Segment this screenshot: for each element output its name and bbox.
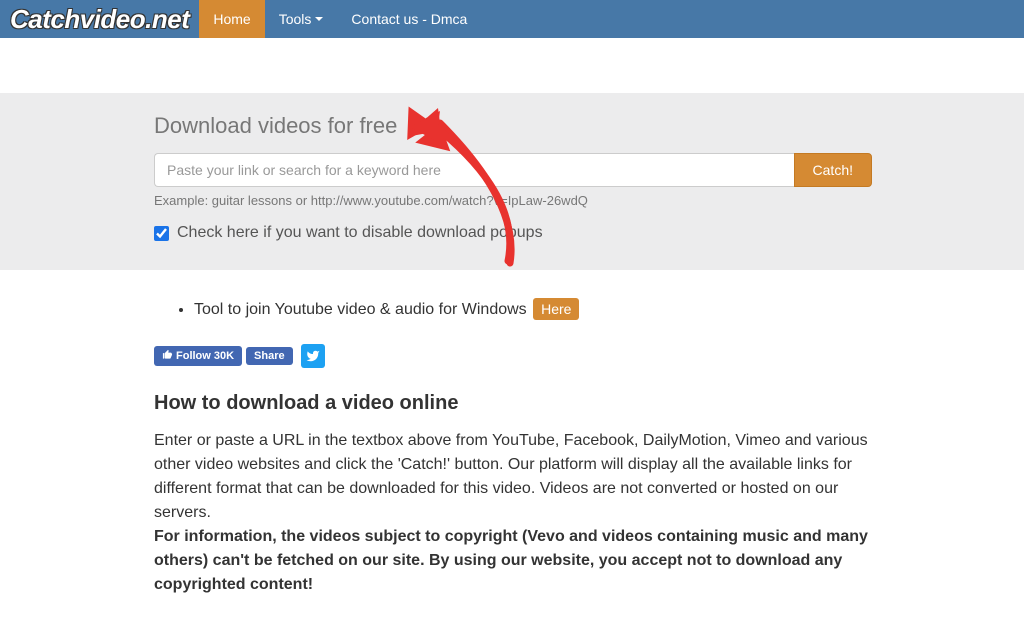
nav-home[interactable]: Home bbox=[199, 0, 264, 38]
nav-contact[interactable]: Contact us - Dmca bbox=[337, 0, 481, 38]
thumb-up-icon bbox=[162, 349, 173, 363]
disable-popups-label: Check here if you want to disable downlo… bbox=[177, 224, 543, 242]
url-input-group: Catch! bbox=[154, 153, 872, 187]
fb-follow-label: Follow bbox=[176, 350, 211, 362]
howto-p1: Enter or paste a URL in the textbox abov… bbox=[154, 429, 872, 525]
content-section: Tool to join Youtube video & audio for W… bbox=[0, 270, 1024, 625]
hero-section: Download videos for free Catch! Example:… bbox=[0, 93, 1024, 270]
howto-p2: For information, the videos subject to c… bbox=[154, 525, 872, 597]
twitter-icon bbox=[306, 349, 320, 363]
chevron-down-icon bbox=[315, 17, 323, 21]
facebook-share-button[interactable]: Share bbox=[246, 347, 293, 365]
disable-popups-row[interactable]: Check here if you want to disable downlo… bbox=[154, 224, 872, 242]
url-input[interactable] bbox=[154, 153, 794, 187]
nav-tools-label: Tools bbox=[279, 11, 312, 27]
brand-logo[interactable]: Catchvideo.net bbox=[0, 0, 199, 38]
tool-here-button[interactable]: Here bbox=[533, 298, 579, 320]
disable-popups-checkbox[interactable] bbox=[154, 226, 169, 241]
nav-tools[interactable]: Tools bbox=[265, 0, 338, 38]
tool-text: Tool to join Youtube video & audio for W… bbox=[194, 301, 527, 318]
twitter-button[interactable] bbox=[301, 344, 325, 368]
catch-button[interactable]: Catch! bbox=[794, 153, 872, 187]
howto-section: How to download a video online Enter or … bbox=[154, 392, 872, 597]
hero-title: Download videos for free bbox=[154, 113, 872, 139]
navbar: Catchvideo.net Home Tools Contact us - D… bbox=[0, 0, 1024, 38]
tool-line: Tool to join Youtube video & audio for W… bbox=[194, 298, 872, 320]
facebook-follow-button[interactable]: Follow 30K bbox=[154, 346, 242, 366]
fb-follow-count: 30K bbox=[214, 350, 234, 362]
social-row: Follow 30K Share bbox=[154, 344, 872, 368]
howto-heading: How to download a video online bbox=[154, 392, 872, 415]
example-text: Example: guitar lessons or http://www.yo… bbox=[154, 193, 872, 208]
spacer bbox=[0, 38, 1024, 93]
